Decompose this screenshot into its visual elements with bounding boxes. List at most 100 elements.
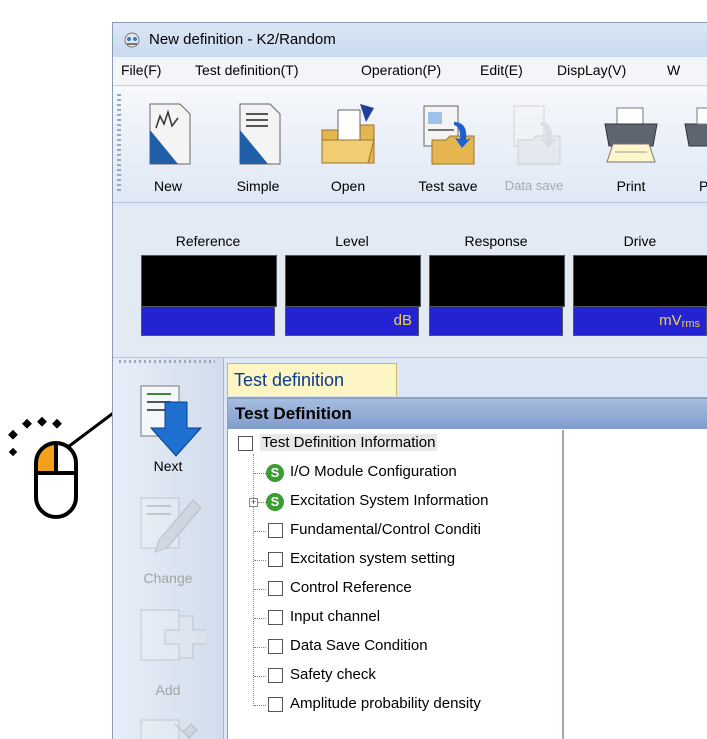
- tree-item-io-module-configuration[interactable]: S I/O Module Configuration: [228, 459, 558, 487]
- meter-panel: Reference Level dB Response Drive mVrms: [113, 207, 707, 358]
- next-button[interactable]: Next: [123, 372, 213, 482]
- delete-icon: [140, 719, 198, 739]
- data-save-button-label: Data save: [504, 178, 564, 193]
- title-bar[interactable]: New definition - K2/Random: [113, 23, 707, 57]
- meter-response-display: [429, 255, 565, 307]
- tree-item-data-save-condition[interactable]: Data Save Condition: [228, 633, 558, 661]
- window-title: New definition - K2/Random: [149, 31, 336, 48]
- checkbox-icon[interactable]: [268, 523, 283, 538]
- open-button[interactable]: Open: [313, 96, 383, 196]
- meter-level-unit: dB: [285, 306, 419, 336]
- tree-item-label: Control Reference: [290, 579, 412, 596]
- simple-button[interactable]: Simple: [223, 96, 293, 196]
- meter-reference-label: Reference: [175, 233, 241, 249]
- print-button[interactable]: Print: [595, 96, 667, 196]
- meter-response-unit: [429, 306, 563, 336]
- tree-item-control-reference[interactable]: Control Reference: [228, 575, 558, 603]
- checkbox-icon[interactable]: [268, 552, 283, 567]
- meter-drive-display: [573, 255, 707, 307]
- tree-item-label: Excitation System Information: [290, 492, 489, 509]
- panel-header: Test Definition: [228, 399, 707, 429]
- test-save-button-label: Test save: [418, 178, 478, 194]
- menu-window[interactable]: W: [667, 62, 680, 78]
- print-button-label: Print: [616, 178, 646, 194]
- change-button[interactable]: Change: [123, 484, 213, 594]
- print-preview-icon: [684, 107, 707, 147]
- meter-level-display: [285, 255, 421, 307]
- new-button[interactable]: New: [133, 96, 203, 196]
- s-badge-icon: S: [266, 493, 284, 511]
- tree-item-label: Safety check: [290, 666, 376, 683]
- test-save-icon: [423, 105, 475, 165]
- meter-drive-unit-sub: rms: [681, 318, 700, 330]
- meter-drive-label: Drive: [623, 233, 657, 249]
- s-badge-icon: S: [266, 464, 284, 482]
- checkbox-icon[interactable]: [268, 697, 283, 712]
- data-save-button[interactable]: Data save: [494, 96, 574, 196]
- meter-drive-unit: mVrms: [573, 306, 707, 336]
- tree-item-fundamental-control-conditions[interactable]: Fundamental/Control Conditi: [228, 517, 558, 545]
- add-plus-icon: [140, 609, 205, 661]
- tree-item-safety-check[interactable]: Safety check: [228, 662, 558, 690]
- tree-item-excitation-system-information[interactable]: + S Excitation System Information: [228, 488, 558, 516]
- data-save-icon: [513, 105, 561, 165]
- checkbox-icon[interactable]: [268, 668, 283, 683]
- meter-response-label: Response: [464, 233, 528, 249]
- next-arrow-icon: [140, 385, 203, 457]
- simple-button-label: Simple: [236, 178, 280, 194]
- tree-branch: [254, 473, 266, 474]
- print-preview-button-label: Pr: [681, 178, 707, 194]
- test-definition-panel: Test Definition Test Definition Informat…: [227, 398, 707, 739]
- tab-strip: Test definition: [227, 363, 707, 398]
- add-button[interactable]: Add: [123, 596, 213, 706]
- tree-branch: [254, 705, 266, 706]
- menu-display[interactable]: DispLay(V): [557, 62, 626, 78]
- menu-test-definition[interactable]: Test definition(T): [195, 62, 298, 78]
- next-button-label: Next: [153, 458, 183, 474]
- tree-branch: [254, 560, 266, 561]
- tree-branch: [254, 676, 266, 677]
- tree-item-label: Fundamental/Control Conditi: [290, 521, 481, 538]
- menu-bar: File(F) Test definition(T) Operation(P) …: [113, 57, 707, 86]
- tree-item-label: Data Save Condition: [290, 637, 428, 654]
- menu-file[interactable]: File(F): [121, 62, 161, 78]
- main-toolbar: New Simple Open Test save Data save Prin…: [113, 86, 707, 203]
- new-document-icon: [149, 103, 191, 165]
- sidebar-grip[interactable]: [119, 360, 215, 363]
- open-button-label: Open: [330, 178, 366, 194]
- tree-item-label: Excitation system setting: [290, 550, 456, 567]
- open-folder-icon: [321, 104, 375, 164]
- toolbar-grip[interactable]: [117, 94, 121, 194]
- simple-document-icon: [239, 103, 281, 165]
- change-pencil-icon: [140, 497, 202, 553]
- tree-item-input-channel[interactable]: Input channel: [228, 604, 558, 632]
- menu-edit[interactable]: Edit(E): [480, 62, 523, 78]
- tab-test-definition[interactable]: Test definition: [227, 363, 397, 396]
- expand-plus-icon[interactable]: +: [249, 498, 258, 507]
- new-button-label: New: [153, 178, 182, 194]
- tree-item-excitation-system-setting[interactable]: Excitation system setting: [228, 546, 558, 574]
- checkbox-icon[interactable]: [238, 436, 253, 451]
- checkbox-icon[interactable]: [268, 639, 283, 654]
- tree-branch: [254, 589, 266, 590]
- change-button-label: Change: [143, 570, 193, 586]
- checkbox-icon[interactable]: [268, 610, 283, 625]
- print-preview-button[interactable]: Pr: [681, 96, 707, 196]
- tree-item-amplitude-probability-density[interactable]: Amplitude probability density: [228, 691, 558, 719]
- add-button-label: Add: [155, 682, 181, 698]
- meter-drive-unit-main: mV: [659, 312, 682, 329]
- tree-item-label: Test Definition Information: [260, 434, 438, 451]
- app-icon: [124, 32, 140, 48]
- checkbox-icon[interactable]: [268, 581, 283, 596]
- tree-item-test-definition-information[interactable]: Test Definition Information: [228, 430, 558, 458]
- application-window: New definition - K2/Random File(F) Test …: [112, 22, 707, 739]
- tree-item-label: Amplitude probability density: [290, 695, 481, 712]
- tree-item-label: I/O Module Configuration: [290, 463, 457, 480]
- meter-reference-display: [141, 255, 277, 307]
- tree-item-label: Input channel: [290, 608, 381, 625]
- tree-branch: [258, 502, 266, 503]
- tree-branch: [254, 647, 266, 648]
- action-sidebar: Next Change Add: [113, 358, 224, 739]
- menu-operation[interactable]: Operation(P): [361, 62, 441, 78]
- test-save-button[interactable]: Test save: [405, 96, 491, 196]
